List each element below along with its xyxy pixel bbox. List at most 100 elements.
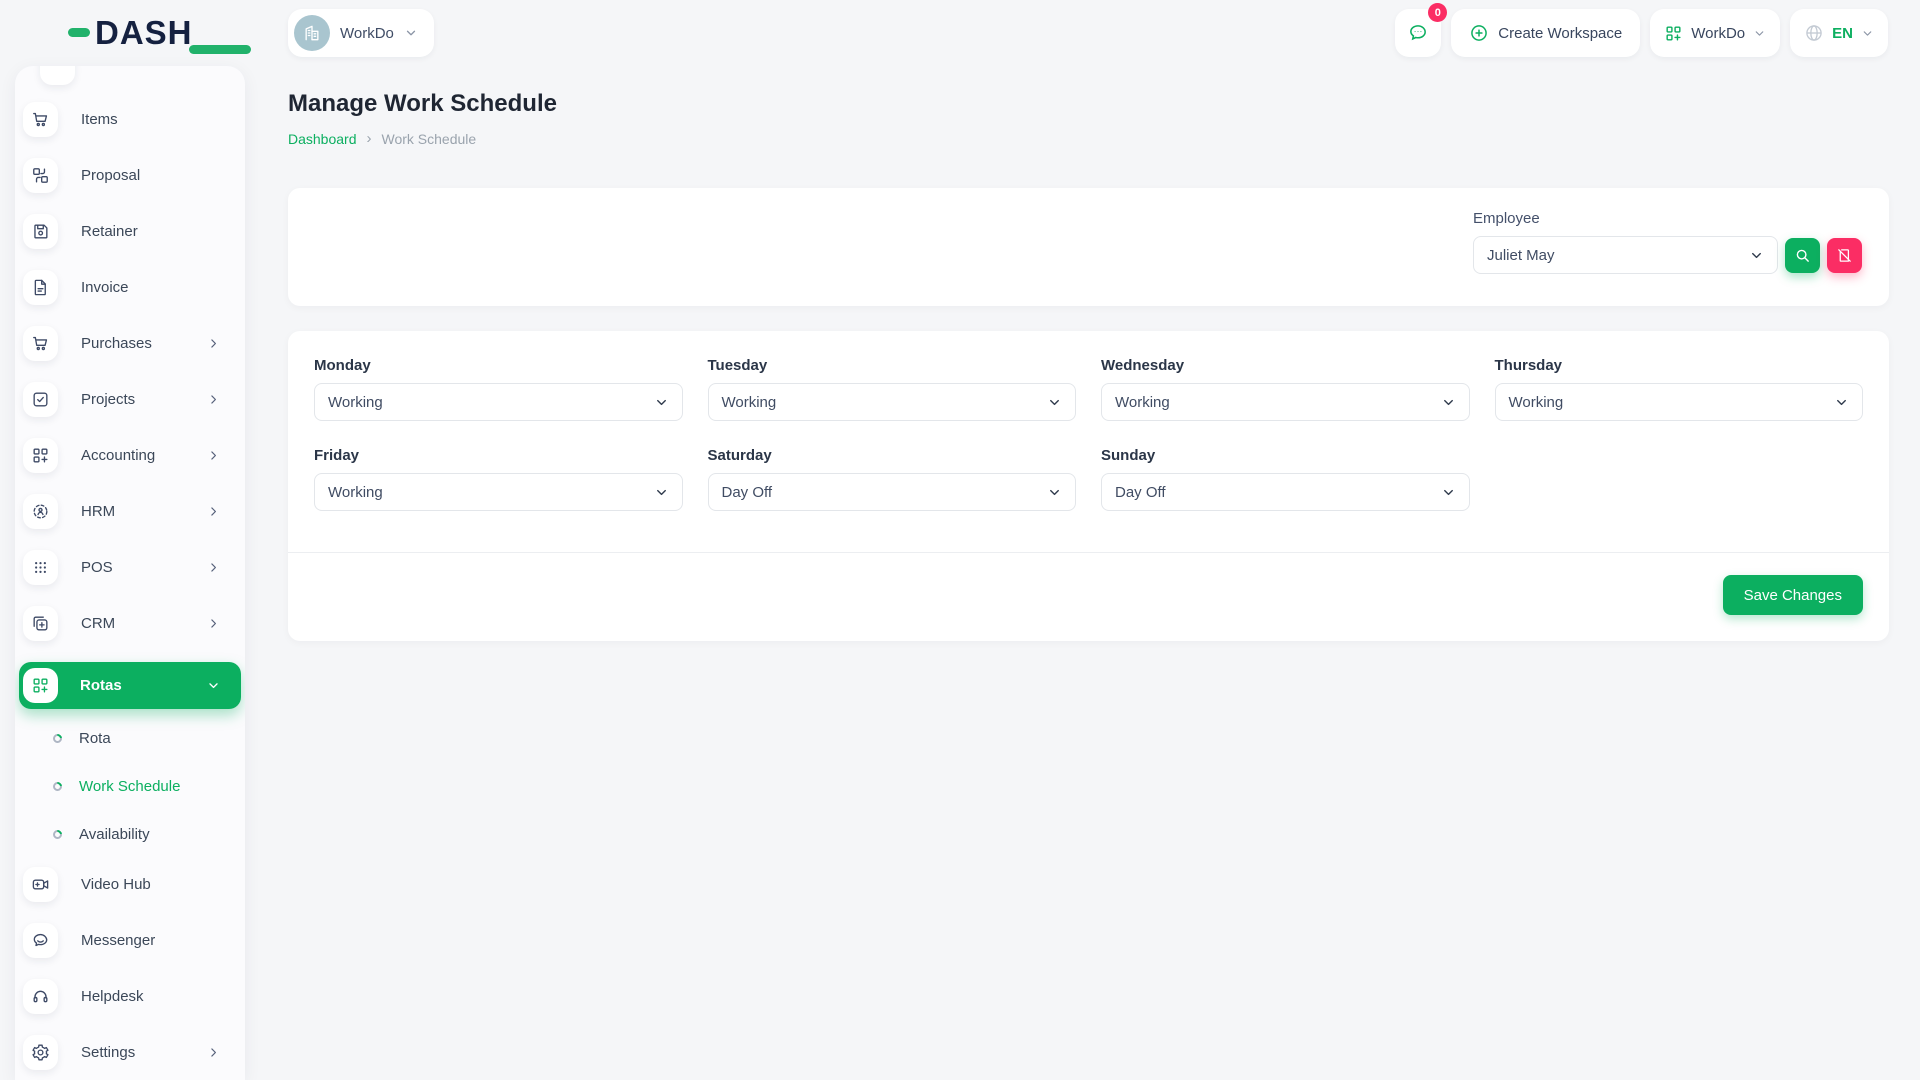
sunday-select[interactable]: Day Off xyxy=(1101,473,1470,511)
sidebar-item-rotas[interactable]: Rotas xyxy=(19,662,241,709)
create-workspace-label: Create Workspace xyxy=(1498,25,1622,42)
file-icon xyxy=(23,270,58,305)
ring-icon xyxy=(51,780,64,793)
file-off-icon xyxy=(1836,247,1853,264)
cart-icon xyxy=(23,326,58,361)
sidebar-item-settings[interactable]: Settings xyxy=(15,1035,245,1070)
globe-icon xyxy=(1804,23,1824,43)
day-field-monday: Monday Working xyxy=(314,357,683,421)
chevron-down-icon xyxy=(207,679,220,692)
employee-label: Employee xyxy=(1473,210,1862,227)
days-grid: Monday Working Tuesday Working Wednesday… xyxy=(314,357,1863,511)
ring-icon xyxy=(51,828,64,841)
gear-icon xyxy=(23,1035,58,1070)
app-logo: DASH xyxy=(68,16,193,49)
chevron-right-icon xyxy=(207,337,220,350)
breadcrumb-separator: › xyxy=(367,130,372,147)
workspace-switcher[interactable]: WorkDo xyxy=(288,9,434,57)
logo-bar-icon xyxy=(189,45,251,54)
sidebar-item-proposal[interactable]: Proposal xyxy=(15,158,245,193)
chevron-down-icon xyxy=(1834,395,1849,410)
plus-circle-icon xyxy=(1469,23,1489,43)
employee-filter-card: Employee Juliet May xyxy=(288,188,1889,306)
chat-bubble-icon xyxy=(23,923,58,958)
sidebar-item-pos[interactable]: POS xyxy=(15,550,245,585)
grid-plus-icon xyxy=(1664,24,1683,43)
chevron-right-icon xyxy=(207,1046,220,1059)
chevron-down-icon xyxy=(1047,395,1062,410)
breadcrumb: Dashboard › Work Schedule xyxy=(288,130,1889,147)
messages-button[interactable]: 0 xyxy=(1395,9,1441,57)
chevron-down-icon xyxy=(654,395,669,410)
floppy-icon xyxy=(23,214,58,249)
page-title: Manage Work Schedule xyxy=(288,90,1889,118)
breadcrumb-dashboard-link[interactable]: Dashboard xyxy=(288,131,357,147)
search-button[interactable] xyxy=(1785,238,1820,273)
dots-grid-icon xyxy=(23,550,58,585)
sidebar-item-projects[interactable]: Projects xyxy=(15,382,245,417)
logo-dash-icon xyxy=(68,28,90,37)
sidebar-subitem-rota[interactable]: Rota xyxy=(15,723,245,753)
employee-filter-group: Employee Juliet May xyxy=(1473,210,1862,284)
workspace-menu-button[interactable]: WorkDo xyxy=(1650,9,1780,57)
friday-select[interactable]: Working xyxy=(314,473,683,511)
grid-plus-icon xyxy=(23,438,58,473)
workspace-menu-label: WorkDo xyxy=(1691,25,1745,42)
day-field-sunday: Sunday Day Off xyxy=(1101,447,1470,511)
employee-select-value: Juliet May xyxy=(1487,247,1555,264)
sidebar-item-messenger[interactable]: Messenger xyxy=(15,923,245,958)
chevron-right-icon xyxy=(207,449,220,462)
sidebar-item-video-hub[interactable]: Video Hub xyxy=(15,867,245,902)
chevron-down-icon xyxy=(1047,485,1062,500)
chevron-right-icon xyxy=(207,561,220,574)
save-changes-button[interactable]: Save Changes xyxy=(1723,575,1863,615)
logo-text: DASH xyxy=(95,16,193,49)
wednesday-select[interactable]: Working xyxy=(1101,383,1470,421)
day-field-thursday: Thursday Working xyxy=(1495,357,1864,421)
search-icon xyxy=(1794,247,1811,264)
sidebar-item-crm[interactable]: CRM xyxy=(15,606,245,641)
day-field-saturday: Saturday Day Off xyxy=(708,447,1077,511)
building-icon xyxy=(302,23,322,43)
chevron-down-icon xyxy=(1441,395,1456,410)
topbar: DASH WorkDo 0 Create Workspace xyxy=(0,0,1920,66)
workspace-avatar xyxy=(294,15,330,51)
sidebar-item-helpdesk[interactable]: Helpdesk xyxy=(15,979,245,1014)
chevron-down-icon xyxy=(1753,27,1766,40)
check-square-icon xyxy=(23,382,58,417)
language-code: EN xyxy=(1832,25,1853,42)
thursday-select[interactable]: Working xyxy=(1495,383,1864,421)
employee-filter-row: Juliet May xyxy=(1473,236,1862,274)
sidebar-subitem-availability[interactable]: Availability xyxy=(15,819,245,849)
sidebar-item-invoice[interactable]: Invoice xyxy=(15,270,245,305)
saturday-select[interactable]: Day Off xyxy=(708,473,1077,511)
sidebar-item-accounting[interactable]: Accounting xyxy=(15,438,245,473)
reset-filter-button[interactable] xyxy=(1827,238,1862,273)
chevron-right-icon xyxy=(207,393,220,406)
sidebar-subitem-work-schedule[interactable]: Work Schedule xyxy=(15,771,245,801)
chevron-down-icon xyxy=(654,485,669,500)
swap-boxes-icon xyxy=(23,158,58,193)
employee-select[interactable]: Juliet May xyxy=(1473,236,1778,274)
monday-select[interactable]: Working xyxy=(314,383,683,421)
chevron-down-icon xyxy=(1441,485,1456,500)
ring-icon xyxy=(51,732,64,745)
sidebar-item-purchases[interactable]: Purchases xyxy=(15,326,245,361)
sidebar-item-retainer[interactable]: Retainer xyxy=(15,214,245,249)
chat-bubble-icon xyxy=(1407,22,1429,44)
chevron-right-icon xyxy=(207,505,220,518)
chevron-down-icon xyxy=(1861,27,1874,40)
user-scan-icon xyxy=(23,494,58,529)
workspace-name: WorkDo xyxy=(340,25,394,42)
sidebar-item-hrm[interactable]: HRM xyxy=(15,494,245,529)
main-content: Manage Work Schedule Dashboard › Work Sc… xyxy=(288,66,1889,641)
day-field-friday: Friday Working xyxy=(314,447,683,511)
copy-plus-icon xyxy=(23,606,58,641)
sidebar-item-items[interactable]: Items xyxy=(15,102,245,137)
language-selector[interactable]: EN xyxy=(1790,9,1888,57)
create-workspace-button[interactable]: Create Workspace xyxy=(1451,9,1640,57)
tuesday-select[interactable]: Working xyxy=(708,383,1077,421)
work-schedule-card: Monday Working Tuesday Working Wednesday… xyxy=(288,331,1889,641)
video-camera-icon xyxy=(23,867,58,902)
breadcrumb-current: Work Schedule xyxy=(382,131,477,147)
